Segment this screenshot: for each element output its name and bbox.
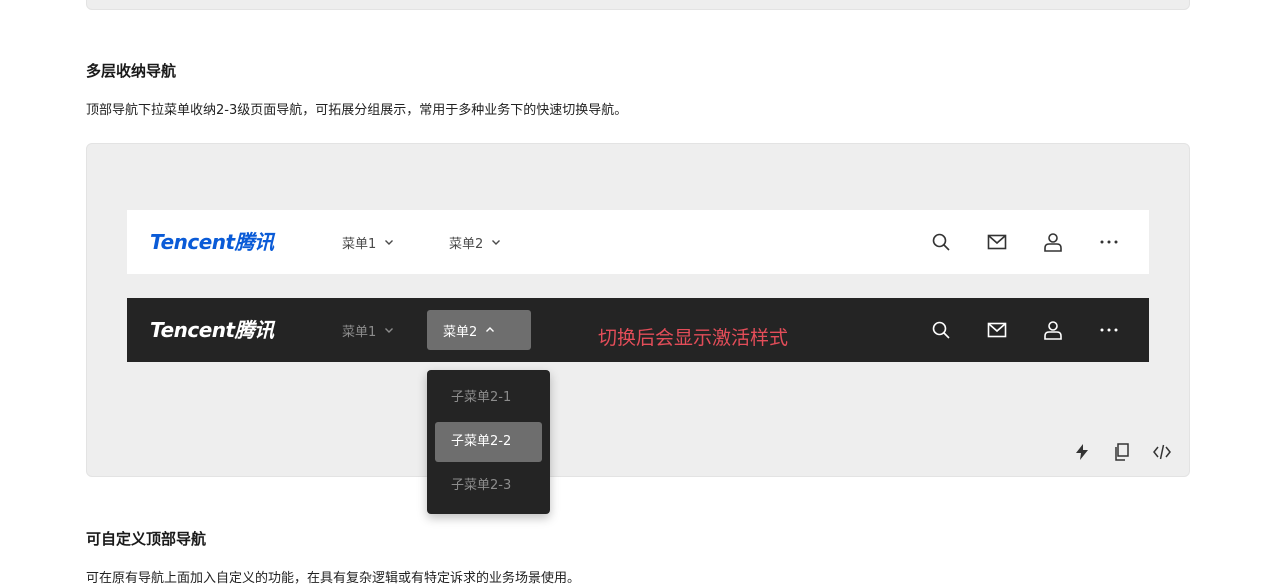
- user-icon[interactable]: [1041, 230, 1065, 254]
- submenu-dropdown: 子菜单2-1 子菜单2-2 子菜单2-3: [427, 370, 550, 514]
- active-style-annotation: 切换后会显示激活样式: [598, 327, 789, 349]
- previous-demo-box: [86, 0, 1190, 10]
- menu-label: 菜单2: [449, 236, 484, 252]
- dark-menu-1[interactable]: 菜单1: [326, 310, 410, 350]
- more-icon[interactable]: [1097, 318, 1121, 342]
- tencent-logo[interactable]: Tencent腾讯: [150, 317, 274, 343]
- copy-icon[interactable]: [1112, 440, 1132, 464]
- light-menu-2[interactable]: 菜单2: [433, 222, 517, 262]
- menu-label: 菜单1: [342, 236, 377, 252]
- submenu-item-2-3[interactable]: 子菜单2-3: [435, 466, 542, 506]
- section-desc-custom: 可在原有导航上面加入自定义的功能，在具有复杂逻辑或有特定诉求的业务场景使用。: [86, 571, 581, 586]
- code-icon[interactable]: [1152, 440, 1172, 464]
- navbar-actions: [929, 318, 1121, 342]
- light-navbar: Tencent腾讯 菜单1 菜单2: [127, 210, 1149, 274]
- chevron-up-icon: [486, 327, 495, 332]
- more-icon[interactable]: [1097, 230, 1121, 254]
- section-title-multilevel: 多层收纳导航: [86, 62, 177, 80]
- dark-menu-2-active[interactable]: 菜单2: [427, 310, 531, 350]
- submenu-item-2-2[interactable]: 子菜单2-2: [435, 422, 542, 462]
- section-title-custom: 可自定义顶部导航: [86, 530, 207, 548]
- mail-icon[interactable]: [985, 318, 1009, 342]
- search-icon[interactable]: [929, 230, 953, 254]
- navbar-actions: [929, 230, 1121, 254]
- mail-icon[interactable]: [985, 230, 1009, 254]
- section-desc-multilevel: 顶部导航下拉菜单收纳2-3级页面导航，可拓展分组展示，常用于多种业务下的快速切换…: [86, 103, 628, 118]
- user-icon[interactable]: [1041, 318, 1065, 342]
- submenu-item-2-1[interactable]: 子菜单2-1: [435, 378, 542, 418]
- chevron-down-icon: [492, 240, 501, 245]
- tencent-logo[interactable]: Tencent腾讯: [150, 229, 274, 255]
- menu-label: 菜单2: [443, 324, 478, 340]
- chevron-down-icon: [385, 328, 394, 333]
- menu-label: 菜单1: [342, 324, 377, 340]
- light-menu-1[interactable]: 菜单1: [326, 222, 410, 262]
- demo-toolbar: [1072, 440, 1172, 464]
- chevron-down-icon: [385, 240, 394, 245]
- lightning-icon[interactable]: [1072, 440, 1092, 464]
- search-icon[interactable]: [929, 318, 953, 342]
